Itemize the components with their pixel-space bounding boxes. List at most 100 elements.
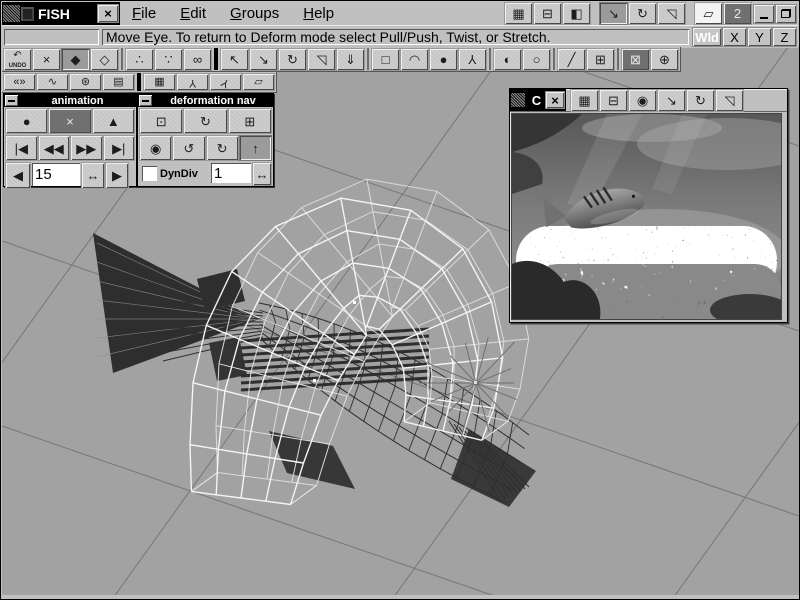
axis-y-button[interactable]: Y [748, 28, 771, 46]
dyndiv-row: DynDiv ↔ [138, 161, 273, 186]
axis-z-button[interactable]: Z [773, 28, 796, 46]
deform-scale-button[interactable]: ⊞ [229, 109, 271, 133]
raise-button[interactable]: ↑ [240, 136, 271, 160]
camera-render-view[interactable] [512, 114, 781, 319]
perspective-box-button[interactable]: ▱ [243, 74, 274, 90]
window-tile-button[interactable]: ⊟ [534, 3, 561, 24]
rotate-button[interactable]: ↻ [279, 49, 306, 70]
raise-icon: ↑ [252, 142, 259, 155]
twist-button[interactable]: ⊛ [70, 74, 101, 90]
scale-button[interactable]: ◹ [716, 90, 743, 111]
translate-button[interactable]: ↘ [600, 3, 627, 24]
cancel-key-icon: × [66, 115, 74, 128]
cancel-key-button[interactable]: × [49, 109, 90, 133]
frame-back-button[interactable]: ◀ [6, 163, 30, 188]
separator [367, 48, 369, 70]
camera-button[interactable]: ◉ [629, 90, 656, 111]
box-primitive-icon: □ [382, 53, 390, 66]
dyndiv-range-button[interactable]: ↔ [253, 163, 271, 185]
spreadsheet-button[interactable]: ▤ [103, 74, 134, 90]
attach-icon: ◆ [71, 53, 81, 66]
titlebar: FISH × File Edit Groups Help ▦⊟◧ ↘↻◹ ▱2 [2, 2, 798, 25]
translate-button[interactable]: ↘ [658, 90, 685, 111]
record-icon: ● [23, 115, 31, 128]
knife-button[interactable]: ╱ [558, 49, 585, 70]
axis-world-button[interactable]: Wld [693, 28, 721, 46]
magnify-button[interactable]: ⊕ [651, 49, 678, 70]
camera-close-icon[interactable]: × [546, 92, 564, 108]
menu-file[interactable]: File [130, 5, 158, 22]
key-range-button[interactable]: «» [4, 74, 35, 90]
blob-button[interactable]: ○ [523, 49, 550, 70]
sphere-primitive-button[interactable]: ● [430, 49, 457, 70]
undo-button[interactable]: UNDO↶ [4, 49, 31, 70]
wireframe-view-button[interactable]: ▱ [695, 3, 722, 24]
menu-edit[interactable]: Edit [178, 5, 208, 22]
animation-frame-row: ◀ ↔ ▶ [4, 161, 136, 189]
menu-groups[interactable]: Groups [228, 5, 281, 22]
group-points-button[interactable]: ∴ [126, 49, 153, 70]
frame-number-field[interactable] [32, 163, 80, 186]
window-split-button[interactable]: ◧ [563, 3, 590, 24]
curve-button[interactable]: ◠ [401, 49, 428, 70]
select-arrow-button[interactable]: ↖ [221, 49, 248, 70]
box-primitive-button[interactable]: □ [372, 49, 399, 70]
maximize-button[interactable] [776, 5, 796, 23]
drop-button[interactable]: ⇓ [337, 49, 364, 70]
minimize-panel-button[interactable] [139, 95, 152, 106]
scale-button[interactable]: ◹ [308, 49, 335, 70]
axis-tilt-button[interactable]: Y [210, 74, 241, 90]
play-button[interactable]: ▲ [93, 109, 134, 133]
axis-x-button[interactable]: X [723, 28, 746, 46]
face-box-button[interactable]: ⊞ [587, 49, 614, 70]
application-window: FISH × File Edit Groups Help ▦⊟◧ ↘↻◹ ▱2 … [0, 0, 800, 600]
last-frame-button[interactable]: ▶| [104, 136, 135, 160]
rotate-cw-button[interactable]: ↻ [207, 136, 238, 160]
animation-transport-row: ● × ▲ [4, 107, 136, 134]
rotate-ccw-icon: ↺ [183, 142, 194, 155]
break-button[interactable]: × [33, 49, 60, 70]
rotate-cw-icon: ↻ [217, 142, 228, 155]
fast-forward-button[interactable]: ▶▶ [71, 136, 102, 160]
curve-icon: ◠ [409, 53, 420, 66]
detach-button[interactable]: ◇ [91, 49, 118, 70]
wire-select-button[interactable]: ⊠ [622, 49, 649, 70]
dyndiv-field[interactable] [211, 163, 251, 183]
scale-icon: ◹ [667, 7, 677, 20]
rotate-ccw-button[interactable]: ↺ [173, 136, 204, 160]
frame-forward-button[interactable]: ▶ [106, 163, 128, 188]
first-frame-button[interactable]: |◀ [6, 136, 37, 160]
close-icon[interactable]: × [98, 5, 118, 22]
shaded-view-button[interactable]: 2 [724, 3, 751, 24]
deform-rotate-button[interactable]: ↻ [184, 109, 226, 133]
window-multi-view-button[interactable]: ▦ [505, 3, 532, 24]
turn-button[interactable]: ↻ [687, 90, 714, 111]
menu-help[interactable]: Help [301, 5, 336, 22]
window-multi-view-icon: ▦ [512, 7, 524, 20]
rewind-button[interactable]: ◀◀ [39, 136, 70, 160]
record-button[interactable]: ● [6, 109, 47, 133]
hide-points-button[interactable]: ∵ [155, 49, 182, 70]
camera-grid-button[interactable]: ▦ [571, 90, 598, 111]
separator [617, 48, 619, 70]
axis-button[interactable]: Y [459, 49, 486, 70]
scale-button[interactable]: ◹ [658, 3, 685, 24]
deform-sphere-button[interactable]: ◉ [140, 136, 171, 160]
dyndiv-checkbox[interactable] [142, 166, 157, 181]
axis-y-button[interactable]: Y [177, 74, 208, 90]
move-button[interactable]: ↘ [250, 49, 277, 70]
camera-unwrap-icon: ⊟ [608, 94, 619, 107]
bind-points-button[interactable]: ∞ [184, 49, 211, 70]
minimize-button[interactable] [754, 5, 774, 23]
bind-points-icon: ∞ [193, 53, 202, 66]
turn-button[interactable]: ↻ [629, 3, 656, 24]
attach-button[interactable]: ◆ [62, 49, 89, 70]
camera-unwrap-button[interactable]: ⊟ [600, 90, 627, 111]
grid-button[interactable]: ▦ [144, 74, 175, 90]
lasso-button[interactable]: ∿ [37, 74, 68, 90]
deform-translate-button[interactable]: ⊡ [140, 109, 182, 133]
frame-range-button[interactable]: ↔ [82, 163, 104, 188]
last-frame-icon: ▶| [112, 142, 125, 155]
minimize-panel-button[interactable] [5, 95, 18, 106]
hemisphere-button[interactable]: ◐ [494, 49, 521, 70]
